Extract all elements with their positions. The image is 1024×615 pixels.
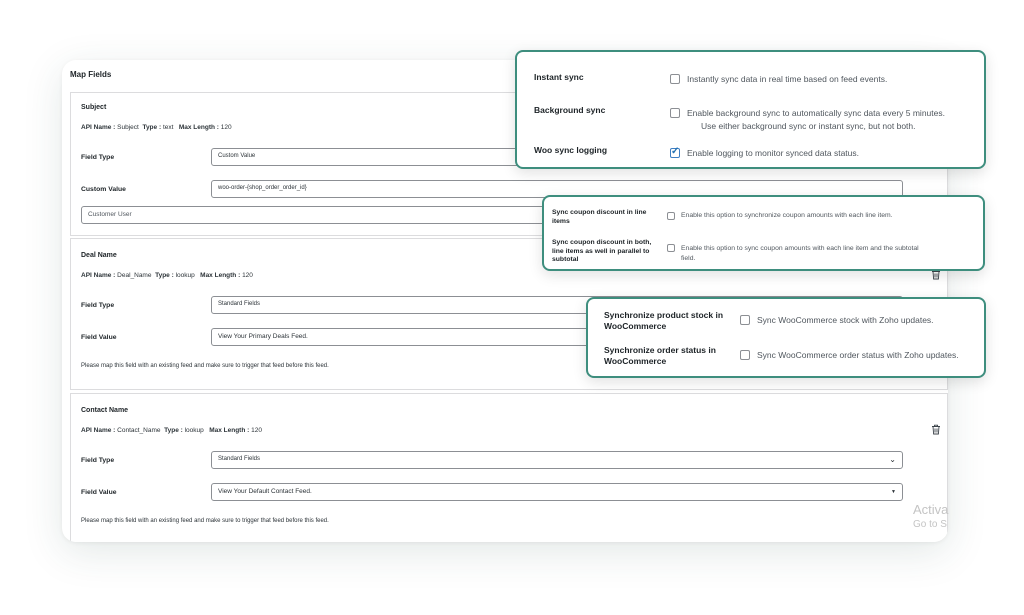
background-sync-description-2: Use either background sync or instant sy…: [701, 121, 916, 131]
order-status-sync-checkbox[interactable]: [740, 350, 750, 360]
coupon-both-label: Sync coupon discount in both, line items…: [552, 239, 652, 263]
woo-sync-logging-description: Enable logging to monitor synced data st…: [687, 148, 859, 158]
product-stock-sync-checkbox[interactable]: [740, 315, 750, 325]
deal-name-api-info: API Name : Deal_Name Type : lookup Max L…: [81, 272, 253, 279]
subject-title: Subject: [81, 104, 107, 111]
contact-name-field-type-select[interactable]: Standard Fields ⌄: [211, 451, 903, 469]
product-stock-sync-description: Sync WooCommerce stock with Zoho updates…: [757, 315, 934, 325]
activation-watermark-line1: Activa: [913, 502, 949, 517]
chevron-down-icon: ⌄: [889, 455, 896, 464]
subject-field-type-label: Field Type: [81, 154, 115, 161]
product-stock-sync-label: Synchronize product stock in WooCommerce: [604, 310, 724, 331]
instant-sync-label: Instant sync: [534, 72, 584, 82]
order-status-sync-label: Synchronize order status in WooCommerce: [604, 345, 716, 366]
coupon-line-items-checkbox[interactable]: [667, 212, 675, 220]
chevron-down-icon: ▼: [891, 489, 896, 495]
coupon-both-description: Enable this option to sync coupon amount…: [681, 245, 919, 262]
background-sync-label: Background sync: [534, 105, 606, 115]
contact-name-field-value-select[interactable]: View Your Default Contact Feed. ▼: [211, 483, 903, 501]
trash-icon[interactable]: [931, 424, 941, 435]
contact-name-note: Please map this field with an existing f…: [81, 518, 329, 524]
activation-watermark-line2: Go to S: [913, 519, 947, 530]
map-fields-title: Map Fields: [70, 70, 112, 79]
instant-sync-checkbox[interactable]: [670, 74, 680, 84]
contact-name-field-type-label: Field Type: [81, 457, 115, 464]
checkmark-icon: ✓: [671, 146, 680, 157]
coupon-options-popup: Sync coupon discount in line items Enabl…: [542, 195, 985, 271]
deal-name-field-type-label: Field Type: [81, 302, 115, 309]
stock-sync-popup: Synchronize product stock in WooCommerce…: [586, 297, 986, 378]
contact-name-field-value-label: Field Value: [81, 489, 117, 496]
order-status-sync-description: Sync WooCommerce order status with Zoho …: [757, 350, 959, 360]
subject-custom-value-label: Custom Value: [81, 186, 126, 193]
contact-name-title: Contact Name: [81, 407, 129, 414]
coupon-line-items-description: Enable this option to synchronize coupon…: [681, 212, 893, 219]
deal-name-field-value-label: Field Value: [81, 334, 117, 341]
woo-sync-logging-label: Woo sync logging: [534, 145, 608, 155]
contact-name-api-info: API Name : Contact_Name Type : lookup Ma…: [81, 427, 262, 434]
deal-name-title: Deal Name: [81, 252, 117, 259]
contact-name-block: Contact Name API Name : Contact_Name Typ…: [70, 393, 948, 542]
instant-sync-description: Instantly sync data in real time based o…: [687, 74, 888, 84]
background-sync-checkbox[interactable]: [670, 108, 680, 118]
woo-sync-logging-checkbox[interactable]: ✓: [670, 146, 680, 158]
deal-name-note: Please map this field with an existing f…: [81, 363, 329, 369]
coupon-line-items-label: Sync coupon discount in line items: [552, 209, 647, 225]
background-sync-description: Enable background sync to automatically …: [687, 108, 945, 118]
coupon-both-checkbox[interactable]: [667, 244, 675, 252]
sync-options-popup: Instant sync Instantly sync data in real…: [515, 50, 986, 169]
subject-api-info: API Name : Subject Type : text Max Lengt…: [81, 124, 232, 131]
